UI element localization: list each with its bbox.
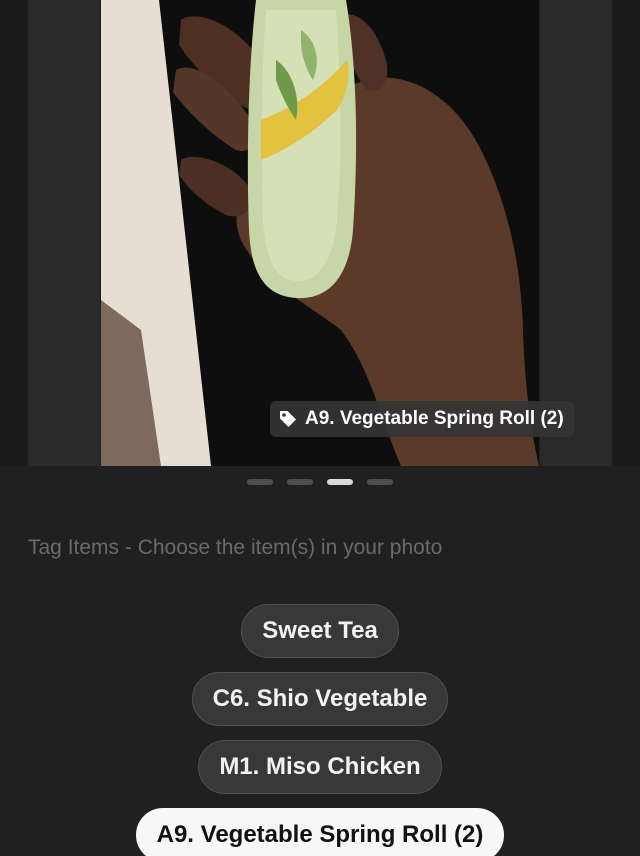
photo-carousel[interactable]: A9. Vegetable Spring Roll (2) (0, 0, 640, 466)
tag-icon (278, 409, 298, 429)
tag-items-instruction: Tag Items - Choose the item(s) in your p… (28, 536, 443, 559)
photo-item-tag-label: A9. Vegetable Spring Roll (2) (305, 408, 564, 429)
item-chip-sweet-tea[interactable]: Sweet Tea (241, 604, 399, 658)
item-chip-list: Sweet Tea C6. Shio Vegetable M1. Miso Ch… (0, 604, 640, 856)
carousel-pagination (0, 479, 640, 485)
pagination-dot-active[interactable] (327, 479, 353, 485)
next-photo-slide[interactable] (540, 0, 612, 466)
food-photo (101, 0, 539, 466)
item-chip-miso-chicken[interactable]: M1. Miso Chicken (198, 740, 442, 794)
pagination-dot[interactable] (247, 479, 273, 485)
tag-photo-screen: A9. Vegetable Spring Roll (2) Tag Items … (0, 0, 640, 856)
item-chip-vegetable-spring-roll[interactable]: A9. Vegetable Spring Roll (2) (135, 808, 505, 856)
item-chip-shio-vegetable[interactable]: C6. Shio Vegetable (191, 672, 449, 726)
photo-item-tag[interactable]: A9. Vegetable Spring Roll (2) (270, 401, 574, 437)
pagination-dot[interactable] (287, 479, 313, 485)
previous-photo-slide[interactable] (28, 0, 100, 466)
pagination-dot[interactable] (367, 479, 393, 485)
